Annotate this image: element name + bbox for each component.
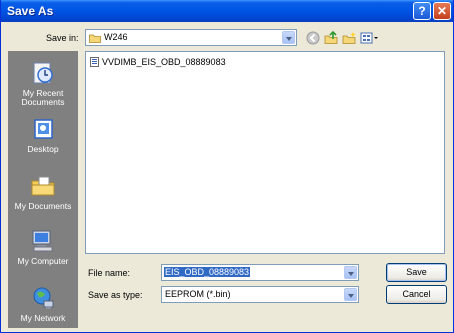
help-button[interactable]: ? — [413, 2, 431, 20]
back-icon[interactable] — [306, 31, 320, 45]
my-computer-icon — [32, 230, 53, 252]
places-my-network[interactable]: My Network — [9, 285, 77, 323]
folder-icon — [89, 34, 101, 43]
file-name-value: EIS_OBD_08889083 — [164, 267, 251, 277]
title-bar[interactable]: Save As ? ✕ — [1, 0, 453, 22]
places-desktop[interactable]: Desktop — [9, 116, 77, 154]
places-label: Desktop — [27, 144, 59, 154]
places-label: My Documents — [14, 201, 72, 211]
save-as-type-value: EEPROM (*.bin) — [165, 289, 231, 299]
save-button[interactable]: Save — [386, 263, 447, 282]
save-in-dropdown[interactable]: W246 — [85, 29, 297, 46]
close-button[interactable]: ✕ — [433, 2, 451, 20]
file-icon — [90, 57, 99, 67]
places-label: My Computer — [17, 256, 69, 266]
file-list[interactable]: VVDIMB_EIS_OBD_08889083 — [85, 51, 445, 254]
places-my-recent-documents[interactable]: My Recent Documents — [9, 60, 77, 107]
places-label: My Network — [20, 313, 66, 323]
save-in-label: Save in: — [46, 33, 79, 43]
recent-documents-icon — [33, 62, 53, 84]
file-name-input[interactable]: EIS_OBD_08889083 — [161, 264, 359, 281]
places-bar: My Recent Documents Desktop My Documents — [8, 51, 78, 328]
chevron-down-icon[interactable] — [344, 266, 357, 279]
places-label: My Recent Documents — [21, 88, 65, 107]
up-one-level-icon[interactable] — [324, 31, 338, 45]
places-my-computer[interactable]: My Computer — [9, 228, 77, 266]
my-documents-icon — [31, 176, 55, 196]
window-title: Save As — [7, 4, 54, 18]
cancel-button[interactable]: Cancel — [386, 285, 447, 304]
save-in-value: W246 — [104, 32, 128, 42]
file-name-label: File name: — [88, 268, 131, 278]
save-as-dialog: Save As ? ✕ Save in: W246 My Recent Docu… — [0, 0, 454, 333]
my-network-icon — [33, 287, 54, 309]
places-my-documents[interactable]: My Documents — [9, 173, 77, 211]
save-as-type-label: Save as type: — [88, 290, 143, 300]
new-folder-icon[interactable] — [342, 31, 356, 45]
views-menu-icon[interactable] — [360, 31, 380, 45]
chevron-down-icon[interactable] — [344, 288, 357, 301]
desktop-icon — [34, 119, 53, 139]
save-as-type-select[interactable]: EEPROM (*.bin) — [161, 286, 359, 303]
file-name: VVDIMB_EIS_OBD_08889083 — [102, 57, 226, 67]
chevron-down-icon[interactable] — [282, 31, 295, 44]
